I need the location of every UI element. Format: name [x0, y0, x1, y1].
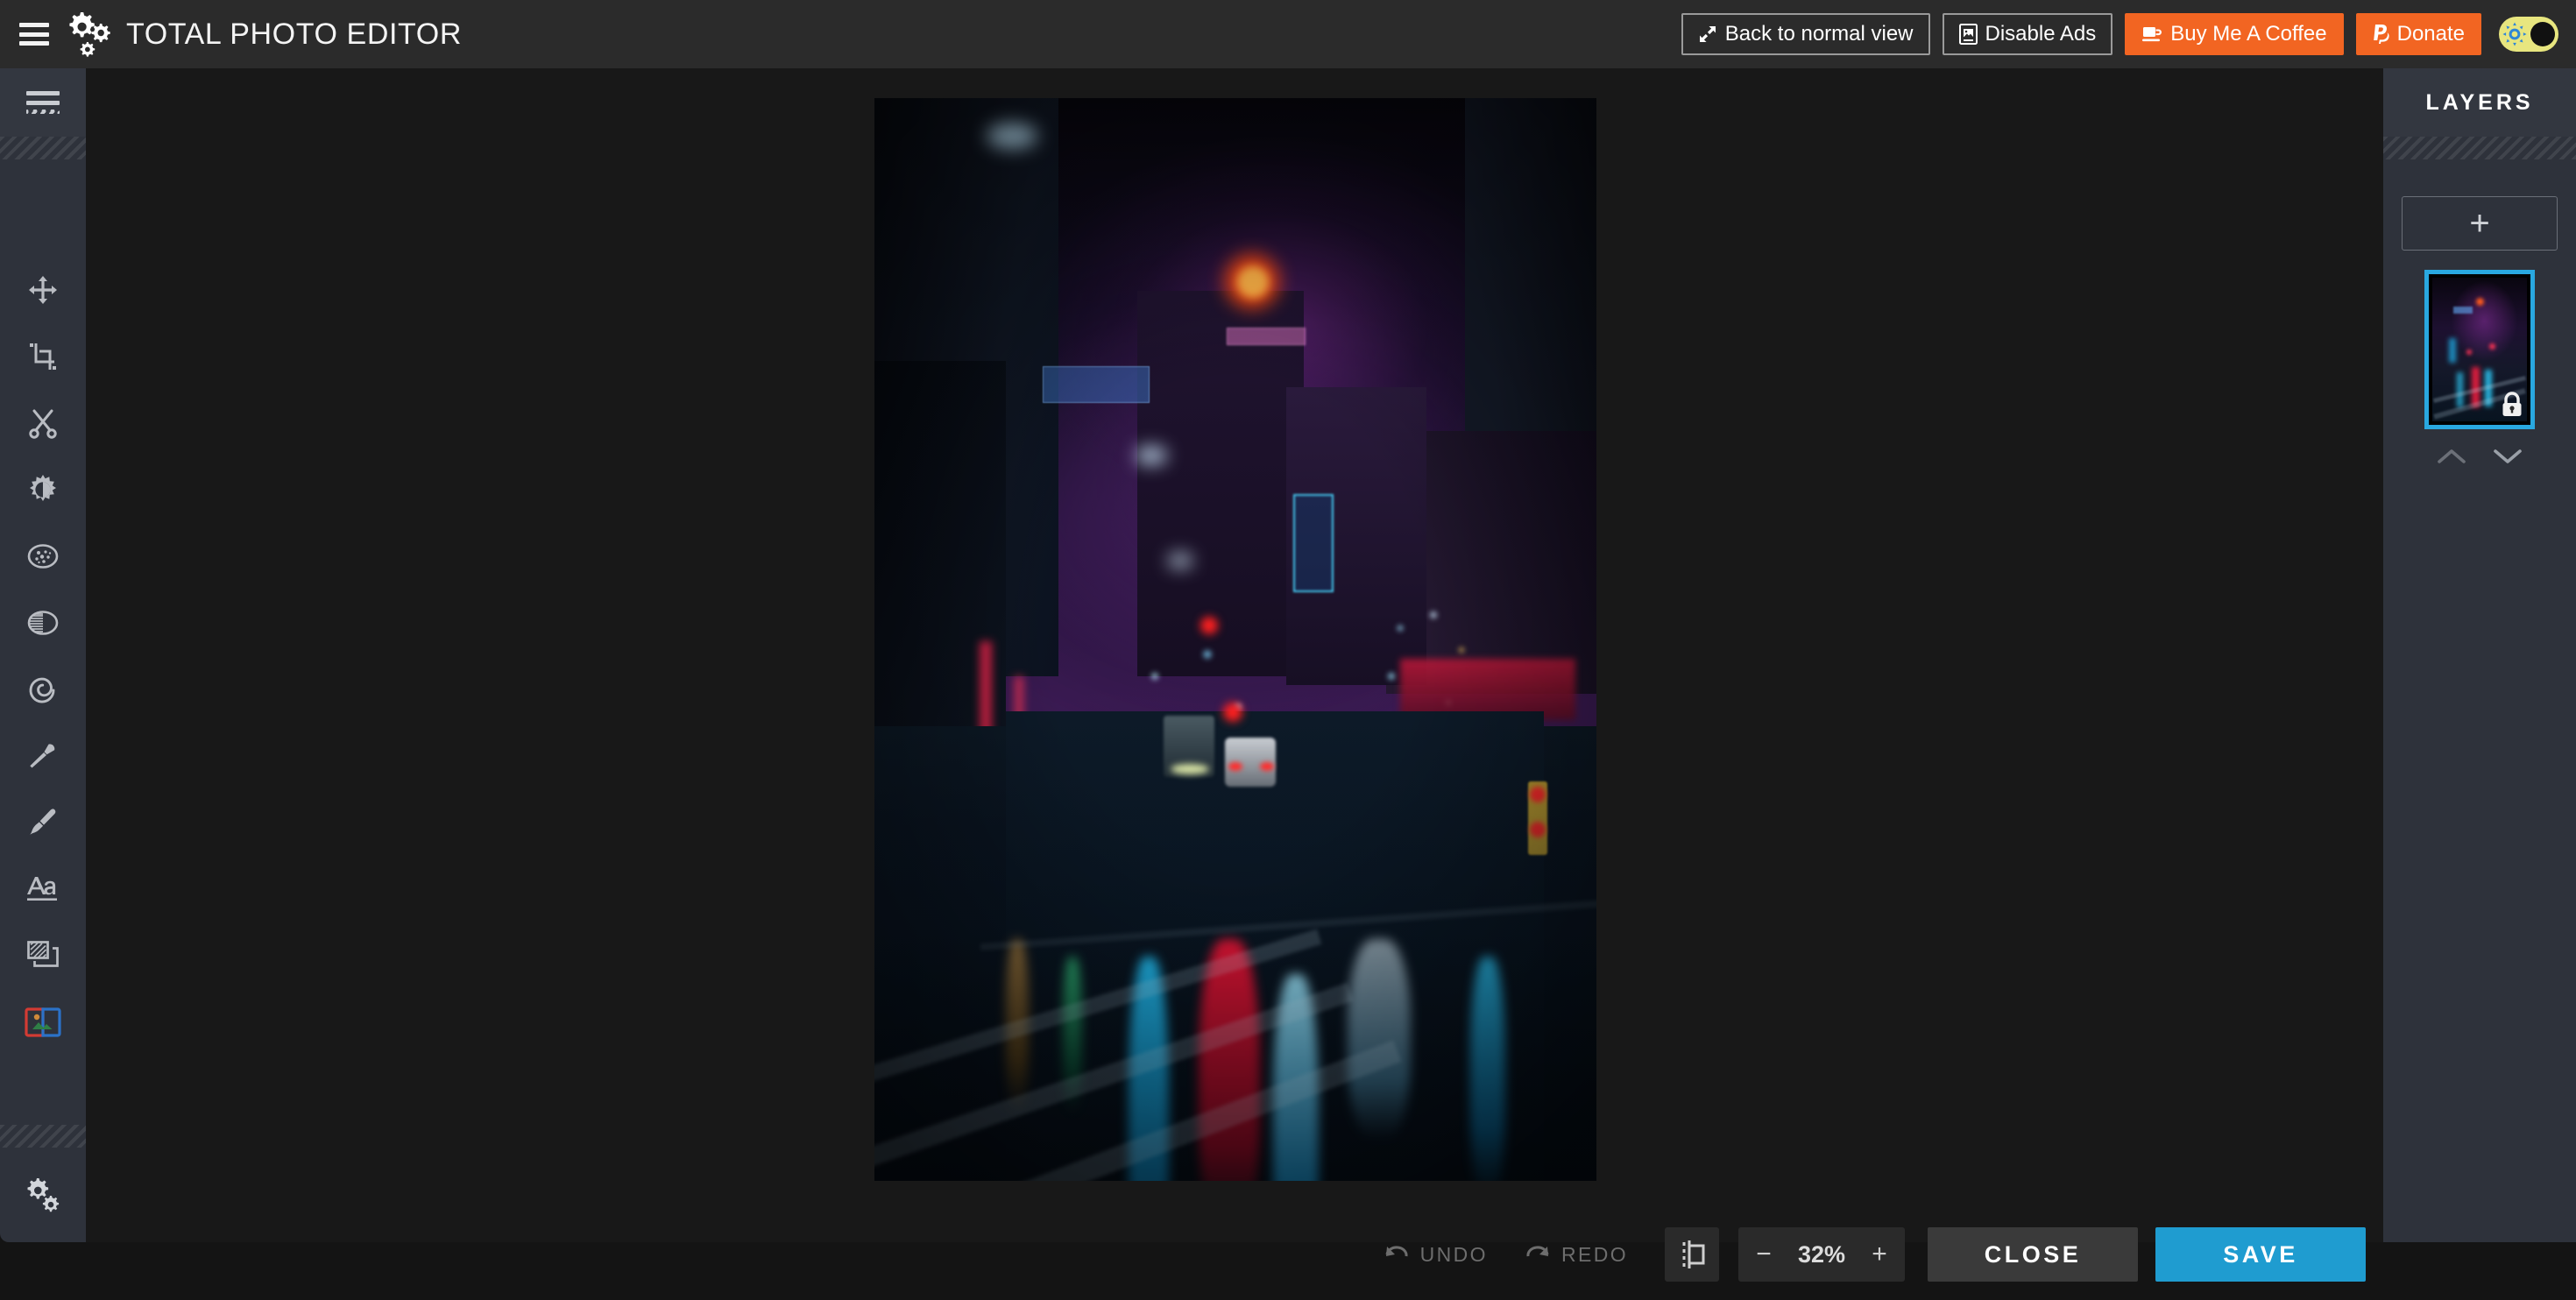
canvas-image-container[interactable] [874, 98, 1596, 1181]
toolbar-divider-bottom [0, 1125, 86, 1148]
ad-image-icon [1958, 24, 1978, 45]
save-button[interactable]: SAVE [2155, 1227, 2366, 1282]
gears-logo-icon [63, 9, 117, 60]
frame-tool[interactable] [17, 934, 69, 978]
gears-settings-icon[interactable] [0, 1148, 86, 1242]
close-button[interactable]: CLOSE [1928, 1227, 2138, 1282]
list-menu-icon[interactable] [26, 91, 60, 114]
redo-button[interactable]: REDO [1525, 1243, 1628, 1267]
coffee-cup-icon [2141, 25, 2162, 44]
paint-tool[interactable] [17, 801, 69, 844]
zoom-out-button[interactable]: − [1744, 1227, 1784, 1282]
undo-arrow-icon [1384, 1244, 1410, 1265]
disable-ads-label: Disable Ads [1985, 22, 2097, 46]
left-toolbar-footer [0, 1125, 86, 1242]
theme-toggle[interactable] [2499, 17, 2558, 52]
add-layer-button[interactable]: + [2402, 196, 2558, 251]
donate-button[interactable]: Donate [2355, 13, 2481, 55]
cut-tool[interactable] [17, 401, 69, 445]
blur-tool[interactable] [17, 734, 69, 778]
donate-label: Donate [2396, 22, 2465, 46]
fit-frame-icon [1677, 1240, 1707, 1269]
left-toolbar [0, 68, 86, 1242]
layers-title: LAYERS [2425, 89, 2534, 115]
layer-thumbnail-1[interactable] [2424, 270, 2535, 429]
page-title: TOTAL PHOTO EDITOR [126, 17, 462, 51]
zoom-level-value: 32% [1797, 1240, 1846, 1268]
chevron-down-icon[interactable] [2493, 447, 2523, 466]
buy-me-a-coffee-label: Buy Me A Coffee [2170, 22, 2327, 46]
app-root: TOTAL PHOTO EDITOR Back to normal view D… [0, 0, 2576, 1300]
top-bar: TOTAL PHOTO EDITOR Back to normal view D… [0, 0, 2576, 68]
back-to-normal-view-label: Back to normal view [1724, 22, 1914, 46]
left-toolbar-header [0, 68, 86, 137]
theme-toggle-knob [2530, 22, 2555, 46]
chevron-up-icon[interactable] [2437, 447, 2466, 466]
toolbar-divider-top [0, 137, 86, 159]
layers-divider [2383, 137, 2576, 159]
sun-icon [2502, 22, 2527, 46]
lock-icon[interactable] [2501, 392, 2523, 418]
swirl-tool[interactable] [17, 668, 69, 711]
brightness-tool[interactable] [17, 468, 69, 512]
zoom-in-button[interactable]: + [1859, 1227, 1900, 1282]
zoom-control: − 32% + [1738, 1227, 1905, 1282]
move-tool[interactable] [17, 268, 69, 312]
bottom-bar: UNDO REDO − 32% + CLOSE SAVE [86, 1227, 2383, 1300]
topbar-actions: Back to normal view Disable Ads Buy Me A… [1681, 13, 2576, 55]
undo-button[interactable]: UNDO [1384, 1243, 1488, 1267]
bottom-bar-controls: UNDO REDO − 32% + CLOSE SAVE [86, 1209, 2383, 1300]
redo-label: REDO [1560, 1242, 1628, 1266]
undo-label: UNDO [1419, 1242, 1488, 1266]
layers-panel-header: LAYERS [2383, 68, 2576, 137]
paypal-icon [2373, 24, 2389, 45]
gradient-tool[interactable] [17, 601, 69, 645]
image-tool[interactable] [17, 1000, 69, 1044]
crop-tool[interactable] [17, 335, 69, 378]
layers-panel: LAYERS + [2383, 68, 2576, 1242]
buy-me-a-coffee-button[interactable]: Buy Me A Coffee [2125, 13, 2344, 55]
redo-arrow-icon [1525, 1244, 1551, 1265]
canvas-workspace[interactable] [86, 68, 2383, 1242]
layer-order-controls [2437, 447, 2523, 466]
expand-arrows-icon [1698, 25, 1717, 44]
text-tool[interactable] [17, 867, 69, 911]
noise-tool[interactable] [17, 534, 69, 578]
plus-icon: + [2469, 204, 2490, 243]
hamburger-icon[interactable] [19, 23, 49, 46]
disable-ads-button[interactable]: Disable Ads [1942, 13, 2113, 55]
fit-to-screen-button[interactable] [1665, 1227, 1719, 1282]
tool-list [0, 159, 86, 1125]
photo-vignette [874, 98, 1596, 1181]
editor-photo [874, 98, 1596, 1181]
back-to-normal-view-button[interactable]: Back to normal view [1681, 13, 1930, 55]
